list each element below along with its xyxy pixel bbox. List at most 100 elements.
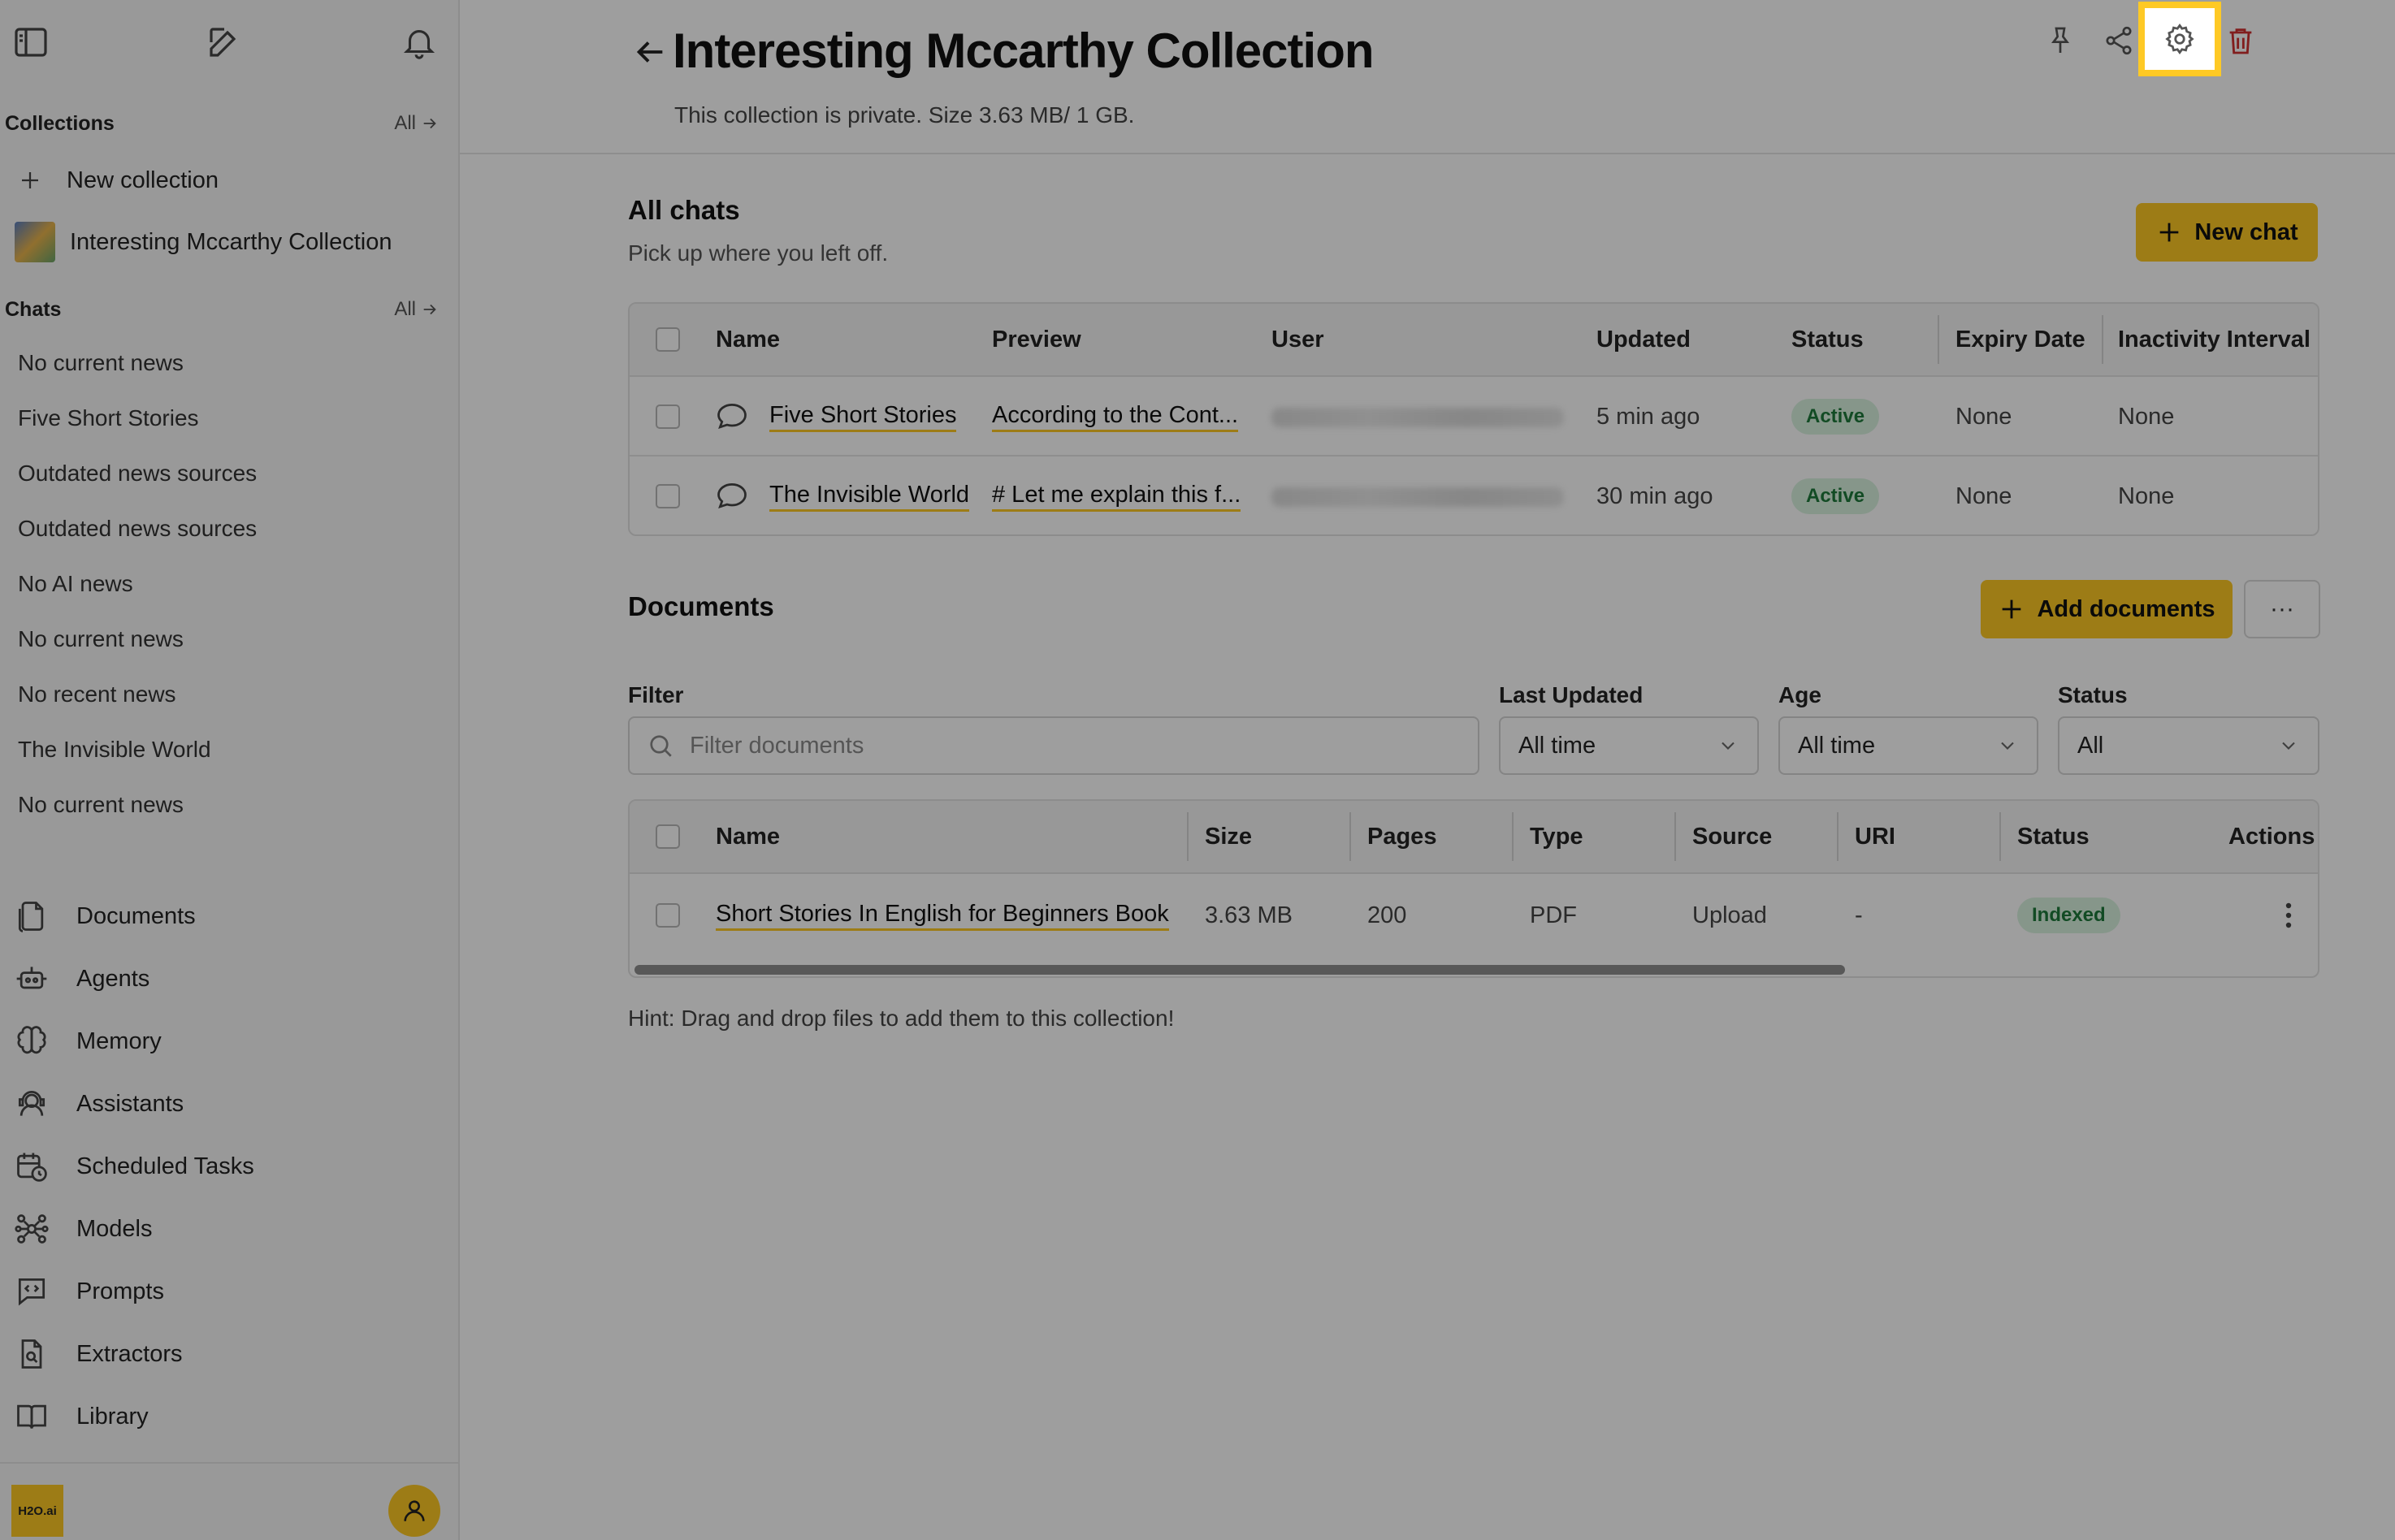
row-checkbox[interactable] xyxy=(656,404,680,429)
documents-more-button[interactable]: ··· xyxy=(2244,580,2320,638)
new-chat-edit-icon[interactable] xyxy=(201,19,247,65)
document-name-link[interactable]: Short Stories In English for Beginners B… xyxy=(716,889,1169,942)
new-chat-button[interactable]: New chat xyxy=(2136,203,2318,262)
nav-assistants[interactable]: Assistants xyxy=(13,1079,450,1128)
sidebar-chat-item[interactable]: No current news xyxy=(18,340,450,386)
document-name-text: Short Stories In English for Beginners B… xyxy=(716,901,1169,931)
column-divider[interactable] xyxy=(1674,812,1676,861)
filter-documents-input[interactable]: Filter documents xyxy=(628,716,1479,775)
select-all-documents-checkbox[interactable] xyxy=(656,824,680,849)
col-name[interactable]: Name xyxy=(716,304,780,375)
col-size[interactable]: Size xyxy=(1205,801,1252,872)
plus-icon xyxy=(2159,223,2179,242)
col-status[interactable]: Status xyxy=(1791,304,1864,375)
column-divider[interactable] xyxy=(1837,812,1838,861)
nav-agents[interactable]: Agents xyxy=(13,954,450,1003)
pin-button[interactable] xyxy=(2034,15,2086,67)
delete-button[interactable] xyxy=(2215,15,2267,67)
sidebar-top-toolbar xyxy=(0,19,460,65)
chevron-down-icon xyxy=(2282,742,2295,750)
sidebar-chat-item[interactable]: No current news xyxy=(18,782,450,828)
bell-icon[interactable] xyxy=(396,19,442,65)
chat-name-link[interactable]: Five Short Stories xyxy=(769,390,957,443)
column-divider[interactable] xyxy=(1512,812,1514,861)
last-updated-select[interactable]: All time xyxy=(1499,716,1759,775)
sidebar-chat-item[interactable]: Outdated news sources xyxy=(18,451,450,496)
col-type[interactable]: Type xyxy=(1530,801,1583,872)
column-divider[interactable] xyxy=(2102,315,2103,364)
chat-expiry: None xyxy=(1955,403,2012,430)
nav-models[interactable]: Models xyxy=(13,1205,450,1253)
status-badge: Active xyxy=(1791,390,1880,443)
horizontal-scrollbar[interactable] xyxy=(634,965,1845,975)
sidebar-chat-item[interactable]: No current news xyxy=(18,616,450,662)
new-collection-label: New collection xyxy=(67,167,219,193)
nav-documents[interactable]: Documents xyxy=(13,892,450,941)
nav-prompts[interactable]: Prompts xyxy=(13,1267,450,1316)
row-checkbox[interactable] xyxy=(656,903,680,928)
col-doc-status[interactable]: Status xyxy=(2017,801,2090,872)
column-divider[interactable] xyxy=(1999,812,2001,861)
chat-name-link[interactable]: The Invisible World xyxy=(769,469,970,523)
column-divider[interactable] xyxy=(1187,812,1189,861)
nav-prompts-label: Prompts xyxy=(76,1278,164,1304)
col-updated[interactable]: Updated xyxy=(1596,304,1691,375)
drag-drop-hint: Hint: Drag and drop files to add them to… xyxy=(628,1006,1175,1031)
collection-header: Interesting Mccarthy Collection This col… xyxy=(460,0,2395,154)
toggle-sidebar-icon[interactable] xyxy=(8,19,54,65)
collection-size-info: This collection is private. Size 3.63 MB… xyxy=(674,102,1135,128)
nav-agents-label: Agents xyxy=(76,965,150,992)
filter-label: Filter xyxy=(628,682,684,707)
back-button[interactable] xyxy=(627,29,673,75)
gear-icon xyxy=(2165,23,2194,55)
column-divider[interactable] xyxy=(1349,812,1351,861)
share-button[interactable] xyxy=(2093,15,2145,67)
col-uri[interactable]: URI xyxy=(1855,801,1895,872)
sidebar-chat-item[interactable]: Five Short Stories xyxy=(18,396,450,441)
all-chats-title: All chats xyxy=(628,195,740,225)
nav-scheduled-tasks[interactable]: Scheduled Tasks xyxy=(13,1142,450,1191)
trash-icon xyxy=(2229,28,2252,54)
col-doc-name[interactable]: Name xyxy=(716,801,780,872)
sidebar-footer: H2O.ai xyxy=(0,1462,460,1540)
collections-all-link[interactable]: All xyxy=(394,112,439,135)
col-expiry-date[interactable]: Expiry Date xyxy=(1955,304,2085,375)
column-divider[interactable] xyxy=(1938,315,1939,364)
col-preview[interactable]: Preview xyxy=(992,304,1081,375)
collection-thumbnail xyxy=(15,222,55,262)
collections-all-label: All xyxy=(394,112,416,134)
nav-extractors[interactable]: Extractors xyxy=(13,1330,450,1378)
documents-icon xyxy=(13,898,50,935)
document-source: Upload xyxy=(1692,902,1767,928)
nav-library[interactable]: Library xyxy=(13,1392,450,1441)
col-user[interactable]: User xyxy=(1271,304,1324,375)
nav-memory[interactable]: Memory xyxy=(13,1017,450,1066)
add-documents-button[interactable]: Add documents xyxy=(1981,580,2233,638)
status-select[interactable]: All xyxy=(2058,716,2319,775)
h2o-logo: H2O.ai xyxy=(11,1485,63,1537)
age-label: Age xyxy=(1778,682,1821,707)
sidebar-chat-item[interactable]: No AI news xyxy=(18,561,450,607)
select-all-chats-checkbox[interactable] xyxy=(656,327,680,352)
sidebar-chat-item[interactable]: Outdated news sources xyxy=(18,506,450,552)
sidebar-collection-item[interactable]: Interesting Mccarthy Collection xyxy=(15,219,450,265)
sidebar: Collections All New collection Interesti… xyxy=(0,0,460,1540)
calendar-clock-icon xyxy=(13,1148,50,1185)
col-inactivity-interval[interactable]: Inactivity Interval xyxy=(2118,304,2311,375)
sidebar-chat-item[interactable]: The Invisible World xyxy=(18,727,450,772)
user-avatar[interactable] xyxy=(388,1485,440,1537)
book-icon xyxy=(13,1398,50,1435)
chats-all-link[interactable]: All xyxy=(394,298,439,321)
age-select[interactable]: All time xyxy=(1778,716,2038,775)
document-pages: 200 xyxy=(1367,902,1407,928)
col-source[interactable]: Source xyxy=(1692,801,1772,872)
chat-preview-link[interactable]: # Let me explain this f... xyxy=(992,469,1241,523)
row-actions-menu-button[interactable] xyxy=(2272,889,2305,942)
new-collection-button[interactable]: New collection xyxy=(18,158,450,203)
robot-icon xyxy=(13,960,50,997)
row-checkbox[interactable] xyxy=(656,484,680,508)
col-pages[interactable]: Pages xyxy=(1367,801,1436,872)
collection-settings-button[interactable] xyxy=(2138,2,2221,76)
chat-preview-link[interactable]: According to the Cont... xyxy=(992,390,1239,443)
sidebar-chat-item[interactable]: No recent news xyxy=(18,672,450,717)
